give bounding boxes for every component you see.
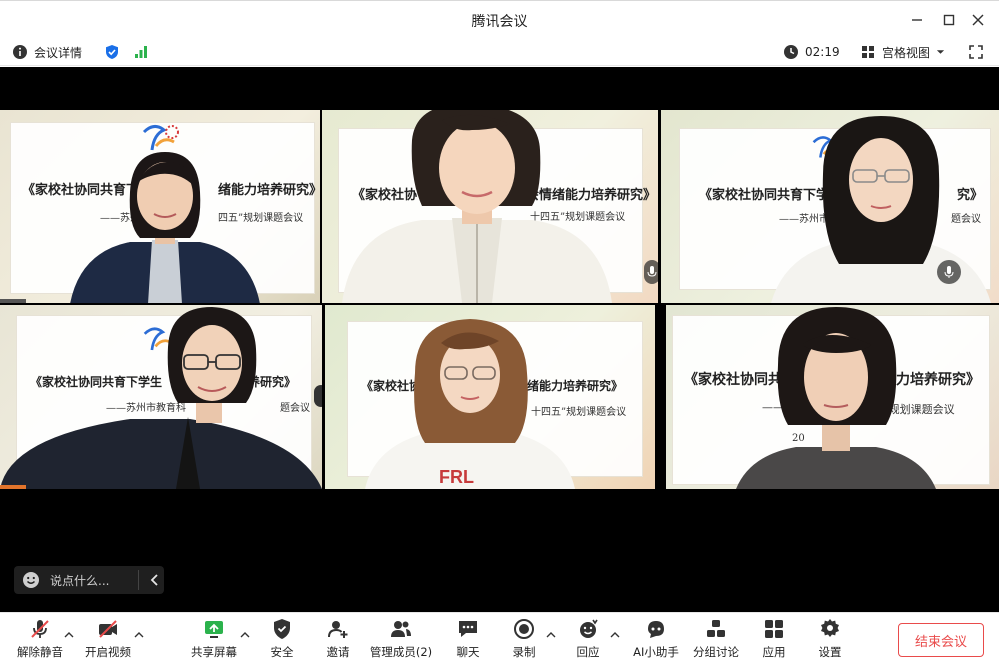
fullscreen-icon xyxy=(969,45,983,59)
video-tile-4[interactable]: 《家校社协同共育下学生 养研究》 ——苏州市教育科 题会议 xyxy=(0,305,322,489)
video-tile-5[interactable]: 《家校社协同共 情绪能力培养研究》 十四五”规划课题会议 FRL xyxy=(325,305,655,489)
video-grid-area: 《家校社协同共育下学生 绪能力培养研究》 ——苏州市 四五”规划课题会议 《家校… xyxy=(0,67,999,612)
participant-video-woman-6 xyxy=(736,307,936,489)
close-icon xyxy=(972,14,984,26)
signal-bars-icon xyxy=(135,46,147,58)
mic-status-badge xyxy=(937,260,961,284)
mic-options-caret-icon[interactable] xyxy=(64,631,74,639)
share-screen-button[interactable]: 共享屏幕 xyxy=(190,617,238,663)
meeting-info-bar: 会议详情 02:19 宫格视图 xyxy=(0,38,999,66)
mic-status-badge xyxy=(644,260,658,284)
svg-text:FRL: FRL xyxy=(439,467,474,487)
shield-icon xyxy=(274,619,290,639)
apps-grid-icon xyxy=(765,620,783,638)
shield-check-icon xyxy=(106,45,118,59)
share-screen-label: 共享屏幕 xyxy=(191,645,237,659)
members-icon xyxy=(391,621,411,637)
security-button[interactable]: 安全 xyxy=(260,617,304,663)
participant-video-woman-1 xyxy=(70,152,260,303)
breakout-rooms-label: 分组讨论 xyxy=(693,645,739,659)
invite-label: 邀请 xyxy=(326,645,350,659)
unmute-label: 解除静音 xyxy=(17,645,63,659)
start-video-button[interactable]: 开启视频 xyxy=(84,617,132,663)
tile-progress-marker xyxy=(0,485,26,489)
video-tile-6[interactable]: 《家校社协同共 能力培养研究》 —— 五”规划课题会议 20 xyxy=(666,305,999,489)
manage-members-label: 管理成员(2) xyxy=(369,645,433,659)
close-button[interactable] xyxy=(967,9,989,31)
invite-button[interactable]: 邀请 xyxy=(316,617,360,663)
end-meeting-button[interactable]: 结束会议 xyxy=(898,623,984,657)
participant-video-woman-2 xyxy=(342,110,612,303)
manage-members-button[interactable]: 管理成员(2) xyxy=(368,617,434,663)
chat-bubble-icon xyxy=(459,621,477,637)
record-icon xyxy=(514,619,534,639)
info-icon xyxy=(13,45,27,59)
meeting-details-label: 会议详情 xyxy=(34,45,83,60)
settings-label: 设置 xyxy=(818,645,842,659)
meeting-toolbar: 解除静音 开启视频 共享屏幕 安全 邀请 管理成员(2) 聊天 录制 回应 AI… xyxy=(0,612,999,666)
emoji-icon[interactable] xyxy=(22,571,40,589)
apps-label: 应用 xyxy=(762,645,786,659)
chat-divider xyxy=(138,570,139,590)
dropdown-caret-icon xyxy=(936,50,945,54)
participant-video-woman-4 xyxy=(0,307,322,489)
chat-button[interactable]: 聊天 xyxy=(446,617,490,663)
reaction-options-caret-icon[interactable] xyxy=(610,631,620,639)
record-button[interactable]: 录制 xyxy=(502,617,546,663)
security-label: 安全 xyxy=(270,645,294,659)
meeting-timer: 02:19 xyxy=(783,42,840,62)
breakout-rooms-icon xyxy=(707,620,725,637)
microphone-muted-icon xyxy=(31,620,49,638)
video-tile-3[interactable]: 《家校社协同共育下学 究》 ——苏州市教 题会议 xyxy=(661,110,999,303)
collapse-chevron-icon[interactable] xyxy=(148,572,162,588)
minimize-button[interactable] xyxy=(906,9,928,31)
clock-icon xyxy=(784,45,798,59)
reaction-button[interactable]: 回应 xyxy=(566,617,610,663)
ai-assistant-icon xyxy=(648,621,664,638)
grid-view-icon xyxy=(862,46,874,58)
tile-progress-marker xyxy=(0,299,26,303)
ai-assistant-label: AI小助手 xyxy=(633,645,679,659)
microphone-icon xyxy=(944,266,954,278)
unmute-button[interactable]: 解除静音 xyxy=(16,617,64,663)
record-label: 录制 xyxy=(512,645,536,659)
share-options-caret-icon[interactable] xyxy=(240,631,250,639)
maximize-icon xyxy=(943,14,955,26)
breakout-rooms-button[interactable]: 分组讨论 xyxy=(690,617,742,663)
video-tile-1[interactable]: 《家校社协同共育下学生 绪能力培养研究》 ——苏州市 四五”规划课题会议 xyxy=(0,110,320,303)
chat-label: 聊天 xyxy=(456,645,480,659)
view-mode-dropdown[interactable]: 宫格视图 xyxy=(860,42,945,62)
video-options-caret-icon[interactable] xyxy=(134,631,144,639)
network-signal-indicator[interactable] xyxy=(133,42,149,62)
view-mode-label: 宫格视图 xyxy=(882,45,931,60)
gear-icon xyxy=(821,619,839,637)
participant-video-woman-5: FRL xyxy=(365,319,575,489)
chat-input-box[interactable]: 说点什么... xyxy=(14,566,164,594)
security-shield-indicator[interactable] xyxy=(104,42,120,62)
fullscreen-button[interactable] xyxy=(968,42,984,62)
meeting-details-button[interactable]: 会议详情 xyxy=(12,42,82,62)
minimize-icon xyxy=(912,19,922,21)
tile-side-handle[interactable] xyxy=(314,385,322,407)
chat-input-placeholder[interactable]: 说点什么... xyxy=(50,572,109,589)
window-title: 腾讯会议 xyxy=(471,14,528,30)
share-screen-icon xyxy=(205,621,223,638)
apps-button[interactable]: 应用 xyxy=(752,617,796,663)
settings-button[interactable]: 设置 xyxy=(808,617,852,663)
title-bar: 腾讯会议 xyxy=(0,0,999,38)
meeting-timer-value: 02:19 xyxy=(805,45,840,59)
ai-assistant-button[interactable]: AI小助手 xyxy=(630,617,682,663)
add-user-icon xyxy=(328,621,348,638)
microphone-icon xyxy=(647,266,657,277)
video-tile-2[interactable]: 《家校社协 生社会情绪能力培养研究》 十四五”规划课题会议 xyxy=(322,110,658,303)
hand-raise-icon xyxy=(580,619,598,638)
record-options-caret-icon[interactable] xyxy=(546,631,556,639)
start-video-label: 开启视频 xyxy=(85,645,131,659)
reaction-label: 回应 xyxy=(576,645,600,659)
maximize-button[interactable] xyxy=(938,9,960,31)
camera-off-icon xyxy=(99,620,117,638)
